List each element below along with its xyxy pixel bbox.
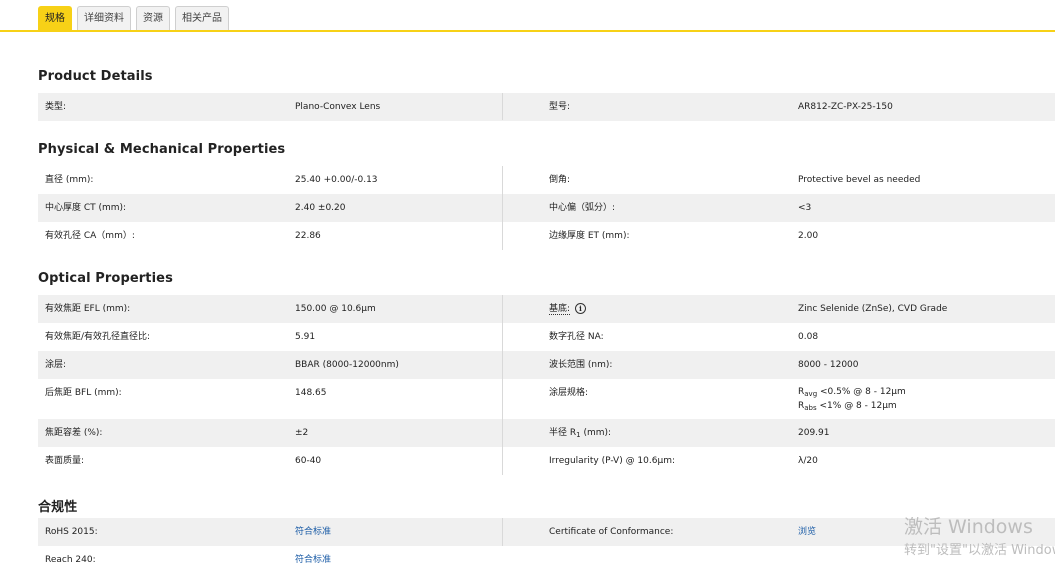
- spec-label: 直径 (mm):: [45, 175, 94, 185]
- spec-label: 数字孔径 NA:: [549, 332, 604, 342]
- spec-row: 有效孔径 CA（mm）: 22.86 边缘厚度 ET (mm): 2.00: [38, 222, 1055, 250]
- spec-label: Irregularity (P-V) @ 10.6μm:: [549, 456, 675, 466]
- spec-label: 类型:: [45, 102, 67, 112]
- section-title-compliance: 合规性: [38, 500, 78, 515]
- spec-label: 半径 R1 (mm):: [549, 428, 612, 439]
- spec-row: RoHS 2015: 符合标准 Certificate of Conforman…: [38, 518, 1055, 546]
- spec-row: 表面质量: 60-40 Irregularity (P-V) @ 10.6μm:…: [38, 447, 1055, 475]
- spec-label: 有效孔径 CA（mm）:: [45, 231, 135, 241]
- windows-activation-watermark-subtitle: 转到"设置"以激活 Windows。: [904, 543, 1055, 558]
- spec-label: 涂层:: [45, 360, 67, 370]
- spec-label: RoHS 2015:: [45, 527, 98, 537]
- spec-row: 焦距容差 (%): ±2 半径 R1 (mm): 209.91: [38, 419, 1055, 447]
- column-divider: [502, 93, 503, 120]
- spec-value: 2.00: [798, 231, 819, 241]
- windows-activation-watermark-title: 激活 Windows: [904, 516, 1033, 538]
- tab-details[interactable]: 详细资料: [77, 6, 131, 30]
- spec-value: Ravg <0.5% @ 8 - 12μm Rabs <1% @ 8 - 12μ…: [798, 386, 906, 414]
- spec-row: 直径 (mm): 25.40 +0.00/-0.13 倒角: Protectiv…: [38, 166, 1055, 194]
- spec-value: 60-40: [295, 456, 322, 466]
- spec-row: 后焦距 BFL (mm): 148.65 涂层规格: Ravg <0.5% @ …: [38, 379, 1055, 419]
- spec-label: 涂层规格:: [549, 388, 589, 398]
- spec-value: BBAR (8000-12000nm): [295, 360, 399, 370]
- spec-value: ±2: [295, 428, 309, 438]
- spec-value: λ/20: [798, 456, 818, 466]
- spec-value: 8000 - 12000: [798, 360, 859, 370]
- spec-value: 5.91: [295, 332, 316, 342]
- spec-value: Zinc Selenide (ZnSe), CVD Grade: [798, 304, 948, 314]
- section-title-physical: Physical & Mechanical Properties: [38, 142, 286, 157]
- spec-value: AR812-ZC-PX-25-150: [798, 102, 893, 112]
- spec-label: 表面质量:: [45, 456, 85, 466]
- spec-value: 22.86: [295, 231, 321, 241]
- spec-label: 后焦距 BFL (mm):: [45, 388, 122, 398]
- spec-value: 0.08: [798, 332, 819, 342]
- spec-value: <3: [798, 203, 812, 213]
- spec-value: 2.40 ±0.20: [295, 203, 346, 213]
- column-divider: [502, 295, 503, 475]
- spec-row: 涂层: BBAR (8000-12000nm) 波长范围 (nm): 8000 …: [38, 351, 1055, 379]
- spec-label: 型号:: [549, 102, 571, 112]
- spec-label: 有效焦距 EFL (mm):: [45, 304, 131, 314]
- spec-label: 中心厚度 CT (mm):: [45, 203, 127, 213]
- spec-value: 150.00 @ 10.6μm: [295, 304, 376, 314]
- spec-label: 有效焦距/有效孔径直径比:: [45, 332, 151, 342]
- coating-spec-line-avg: Ravg <0.5% @ 8 - 12μm: [798, 387, 906, 398]
- spec-value: 25.40 +0.00/-0.13: [295, 175, 378, 185]
- section-title-product-details: Product Details: [38, 69, 153, 84]
- spec-label: 焦距容差 (%):: [45, 428, 103, 438]
- tab-related-products[interactable]: 相关产品: [175, 6, 229, 30]
- spec-row: 有效焦距/有效孔径直径比: 5.91 数字孔径 NA: 0.08: [38, 323, 1055, 351]
- tab-resources[interactable]: 资源: [136, 6, 170, 30]
- section-title-optical: Optical Properties: [38, 271, 173, 286]
- spec-label: 基底:: [549, 304, 571, 315]
- info-icon[interactable]: i: [574, 303, 586, 314]
- spec-label-with-info[interactable]: 基底: i: [549, 295, 586, 323]
- tab-underline: [0, 30, 1055, 32]
- spec-row: 类型: Plano-Convex Lens 型号: AR812-ZC-PX-25…: [38, 93, 1055, 121]
- spec-label: 波长范围 (nm):: [549, 360, 613, 370]
- reach-compliant-link[interactable]: 符合标准: [295, 546, 331, 574]
- spec-value: Plano-Convex Lens: [295, 102, 381, 112]
- coating-spec-line-abs: Rabs <1% @ 8 - 12μm: [798, 401, 897, 412]
- spec-label: 倒角:: [549, 175, 571, 185]
- spec-row: Reach 240: 符合标准: [38, 546, 1055, 574]
- spec-value: Protective bevel as needed: [798, 175, 921, 185]
- spec-label: 边缘厚度 ET (mm):: [549, 231, 630, 241]
- certificate-view-link[interactable]: 浏览: [798, 518, 816, 546]
- column-divider: [502, 518, 503, 546]
- tab-specs[interactable]: 规格: [38, 6, 72, 30]
- spec-label: Certificate of Conformance:: [549, 527, 674, 537]
- rohs-compliant-link[interactable]: 符合标准: [295, 518, 331, 546]
- spec-value: 148.65: [295, 388, 327, 398]
- column-divider: [502, 166, 503, 250]
- spec-label: 中心偏（弧分）:: [549, 203, 616, 213]
- spec-row: 中心厚度 CT (mm): 2.40 ±0.20 中心偏（弧分）: <3: [38, 194, 1055, 222]
- spec-value: 209.91: [798, 428, 830, 438]
- spec-label: Reach 240:: [45, 555, 96, 565]
- tab-bar: 规格 详细资料 资源 相关产品: [38, 6, 229, 31]
- spec-row: 有效焦距 EFL (mm): 150.00 @ 10.6μm 基底: i Zin…: [38, 295, 1055, 323]
